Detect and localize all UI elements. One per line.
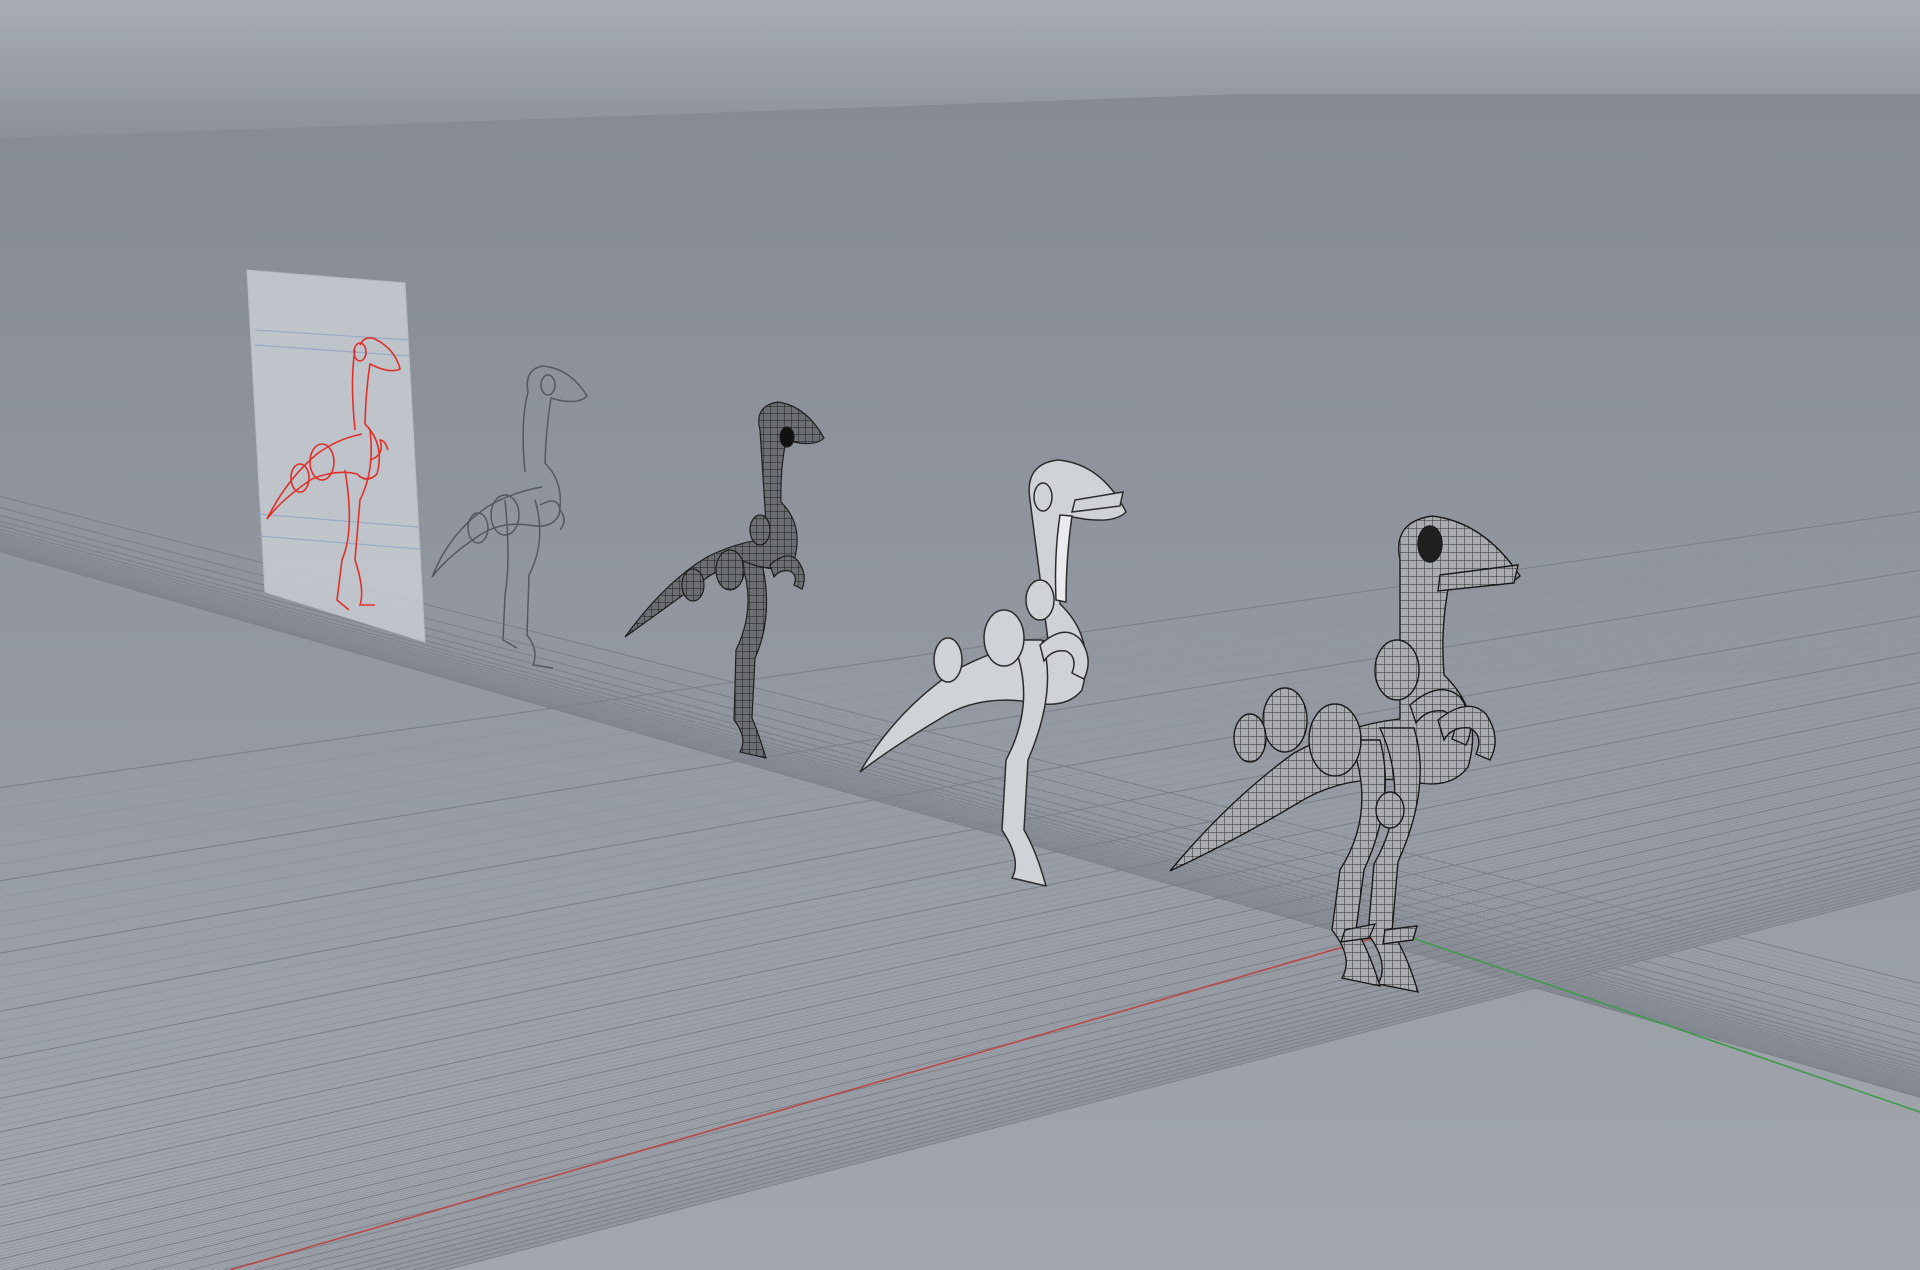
- scene-canvas[interactable]: [0, 0, 1920, 1270]
- reference-image-plane[interactable]: [246, 269, 426, 643]
- 3d-viewport[interactable]: [0, 0, 1920, 1270]
